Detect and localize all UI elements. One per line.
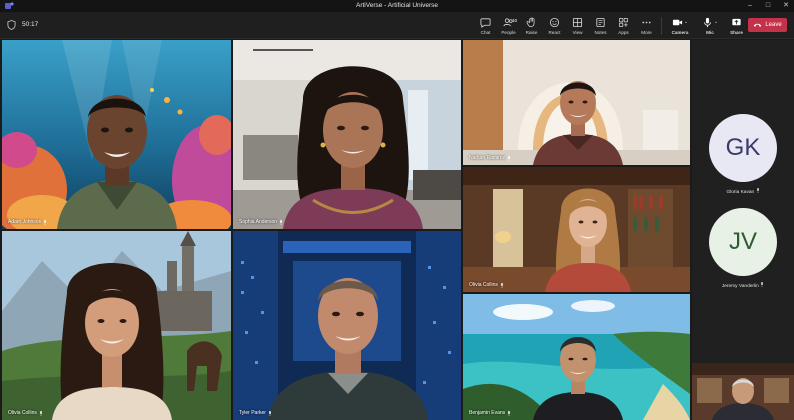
- more-label: More: [641, 30, 652, 35]
- video-tile-tyler-parker[interactable]: Tyler Parker: [233, 231, 461, 420]
- toolbar-buttons: Chat 10 People Raise React View Notes Ap…: [474, 15, 748, 37]
- window-controls: – □ ✕: [746, 0, 790, 12]
- participant-video-sophia: [283, 66, 423, 229]
- self-view-scene: [692, 363, 794, 420]
- more-icon: [642, 21, 651, 24]
- camera-label: Camera: [671, 30, 689, 35]
- chat-label: Chat: [480, 30, 491, 35]
- leave-label: Leave: [765, 22, 782, 28]
- microphone-icon: [756, 188, 759, 193]
- people-button[interactable]: 10 People: [497, 15, 520, 37]
- share-screen-icon: [732, 18, 741, 26]
- participant-video-olivia-castle: [52, 263, 172, 420]
- more-button[interactable]: More: [635, 15, 658, 37]
- video-tile-sophia-anderson[interactable]: Sophia Anderson: [233, 40, 461, 229]
- camera-icon: [672, 19, 682, 26]
- notes-label: Notes: [594, 30, 607, 35]
- meeting-toolbar: 50:17 Chat 10 People Raise React View No…: [0, 12, 794, 39]
- title-bar: ArtiVerse - Artificial Universe – □ ✕: [0, 0, 794, 12]
- view-button[interactable]: View: [566, 15, 589, 37]
- participant-video-adam: [57, 95, 177, 229]
- people-count-badge: 10: [512, 18, 518, 23]
- microphone-icon: [280, 219, 282, 225]
- video-tile-adam-johnson[interactable]: Adam Johnson: [2, 40, 231, 229]
- share-label: Share: [730, 30, 743, 35]
- react-label: React: [548, 30, 561, 35]
- participant-name-label: Nathan Ramirez: [469, 155, 511, 161]
- participant-name-label: Sophia Anderson: [239, 219, 283, 225]
- camera-button[interactable]: ⌄ Camera: [665, 15, 695, 37]
- leave-button[interactable]: Leave: [748, 18, 787, 32]
- mic-button[interactable]: ⌄ Mic: [695, 15, 725, 37]
- view-label: View: [572, 30, 583, 35]
- participant-name-label: Jeremy Vanderlin: [692, 282, 794, 289]
- smiley-icon: [549, 17, 560, 28]
- participant-video-tyler: [268, 278, 428, 420]
- close-icon[interactable]: ✕: [782, 0, 790, 12]
- microphone-icon: [704, 17, 711, 28]
- microphone-icon: [501, 282, 503, 288]
- avatar[interactable]: JV: [709, 208, 777, 276]
- participant-video-benjamin: [533, 337, 623, 420]
- react-button[interactable]: React: [543, 15, 566, 37]
- meeting-timer: 50:17: [22, 21, 39, 28]
- apps-button[interactable]: Apps: [612, 15, 635, 37]
- notes-icon: [596, 17, 605, 28]
- maximize-icon[interactable]: □: [764, 0, 772, 12]
- apps-icon: [619, 18, 628, 27]
- microphone-icon: [269, 410, 271, 416]
- microphone-icon: [761, 282, 763, 287]
- people-label: People: [501, 30, 516, 35]
- microphone-icon: [40, 410, 42, 416]
- participant-video-olivia: [545, 188, 631, 292]
- avatar[interactable]: GK: [709, 114, 777, 182]
- grid-view-icon: [572, 17, 583, 28]
- hand-icon: [526, 17, 535, 27]
- participant-name-label: Adam Johnson: [8, 219, 47, 225]
- video-tile-benjamin-evans[interactable]: Benjamin Evans: [463, 294, 690, 420]
- participant-name-label: Gloria Kavan: [692, 188, 794, 195]
- shield-icon[interactable]: [7, 20, 16, 30]
- participant-name-label: Olivia Collins: [8, 410, 43, 416]
- window-title: ArtiVerse - Artificial Universe: [356, 2, 438, 9]
- raise-label: Raise: [525, 30, 538, 35]
- microphone-icon: [508, 410, 510, 416]
- share-button[interactable]: Share: [725, 15, 748, 37]
- chat-icon: [480, 18, 491, 28]
- microphone-icon: [508, 155, 510, 161]
- minimize-icon[interactable]: –: [746, 0, 754, 12]
- video-tile-nathan-ramirez[interactable]: Nathan Ramirez: [463, 40, 690, 165]
- apps-label: Apps: [618, 30, 629, 35]
- chevron-down-icon[interactable]: ⌄: [714, 19, 718, 25]
- participant-name-label: Benjamin Evans: [469, 410, 511, 416]
- participant-name-label: Olivia Collins: [469, 282, 504, 288]
- self-view-video[interactable]: [692, 363, 794, 420]
- raise-hand-button[interactable]: Raise: [520, 15, 543, 37]
- video-tile-olivia-collins-castle[interactable]: Olivia Collins: [2, 231, 231, 420]
- participant-video-nathan: [533, 81, 623, 165]
- chat-button[interactable]: Chat: [474, 15, 497, 37]
- hang-up-icon: [754, 23, 762, 27]
- toolbar-divider: [661, 17, 662, 35]
- notes-button[interactable]: Notes: [589, 15, 612, 37]
- participant-name-label: Tyler Parker: [239, 410, 272, 416]
- mic-label: Mic: [706, 30, 714, 35]
- video-tile-olivia-collins-library[interactable]: Olivia Collins: [463, 167, 690, 292]
- chevron-down-icon[interactable]: ⌄: [684, 19, 688, 25]
- microphone-icon: [44, 219, 47, 225]
